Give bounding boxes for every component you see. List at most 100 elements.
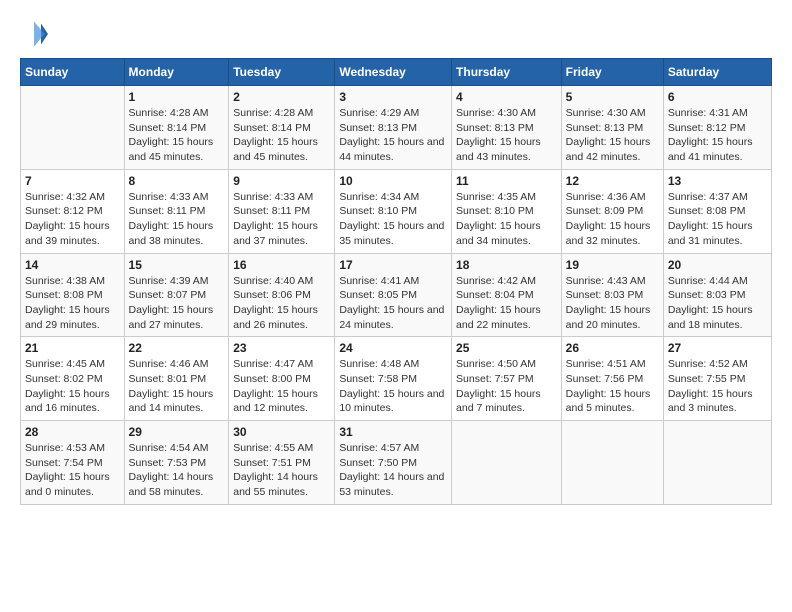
day-number: 14	[25, 258, 120, 272]
logo-icon	[20, 20, 48, 48]
calendar-table: SundayMondayTuesdayWednesdayThursdayFrid…	[20, 58, 772, 505]
day-number: 21	[25, 341, 120, 355]
day-number: 13	[668, 174, 767, 188]
calendar-cell: 30 Sunrise: 4:55 AMSunset: 7:51 PMDayligh…	[229, 421, 335, 505]
day-info: Sunrise: 4:44 AMSunset: 8:03 PMDaylight:…	[668, 274, 767, 333]
header-cell-sunday: Sunday	[21, 59, 125, 86]
calendar-cell: 21 Sunrise: 4:45 AMSunset: 8:02 PMDayligh…	[21, 337, 125, 421]
calendar-cell: 23 Sunrise: 4:47 AMSunset: 8:00 PMDayligh…	[229, 337, 335, 421]
day-info: Sunrise: 4:36 AMSunset: 8:09 PMDaylight:…	[566, 190, 659, 249]
day-number: 5	[566, 90, 659, 104]
day-number: 2	[233, 90, 330, 104]
day-info: Sunrise: 4:39 AMSunset: 8:07 PMDaylight:…	[129, 274, 225, 333]
day-info: Sunrise: 4:55 AMSunset: 7:51 PMDaylight:…	[233, 441, 330, 500]
calendar-cell: 29 Sunrise: 4:54 AMSunset: 7:53 PMDayligh…	[124, 421, 229, 505]
calendar-cell: 31Sunrise: 4:57 AMSunset: 7:50 PMDayligh…	[335, 421, 452, 505]
day-info: Sunrise: 4:30 AMSunset: 8:13 PMDaylight:…	[566, 106, 659, 165]
header-cell-saturday: Saturday	[663, 59, 771, 86]
calendar-cell: 1 Sunrise: 4:28 AMSunset: 8:14 PMDaylight…	[124, 86, 229, 170]
day-info: Sunrise: 4:32 AMSunset: 8:12 PMDaylight:…	[25, 190, 120, 249]
calendar-cell: 28 Sunrise: 4:53 AMSunset: 7:54 PMDayligh…	[21, 421, 125, 505]
day-info: Sunrise: 4:34 AMSunset: 8:10 PMDaylight:…	[339, 190, 447, 249]
day-info: Sunrise: 4:51 AMSunset: 7:56 PMDaylight:…	[566, 357, 659, 416]
calendar-cell: 13 Sunrise: 4:37 AMSunset: 8:08 PMDayligh…	[663, 169, 771, 253]
day-number: 16	[233, 258, 330, 272]
calendar-cell: 7Sunrise: 4:32 AMSunset: 8:12 PMDaylight…	[21, 169, 125, 253]
day-info: Sunrise: 4:29 AMSunset: 8:13 PMDaylight:…	[339, 106, 447, 165]
calendar-cell: 24 Sunrise: 4:48 AMSunset: 7:58 PMDayligh…	[335, 337, 452, 421]
day-info: Sunrise: 4:33 AMSunset: 8:11 PMDaylight:…	[129, 190, 225, 249]
day-number: 11	[456, 174, 557, 188]
week-row-0: 1 Sunrise: 4:28 AMSunset: 8:14 PMDaylight…	[21, 86, 772, 170]
day-number: 4	[456, 90, 557, 104]
day-info: Sunrise: 4:50 AMSunset: 7:57 PMDaylight:…	[456, 357, 557, 416]
day-info: Sunrise: 4:28 AMSunset: 8:14 PMDaylight:…	[129, 106, 225, 165]
day-number: 29	[129, 425, 225, 439]
day-info: Sunrise: 4:52 AMSunset: 7:55 PMDaylight:…	[668, 357, 767, 416]
day-number: 23	[233, 341, 330, 355]
calendar-header: SundayMondayTuesdayWednesdayThursdayFrid…	[21, 59, 772, 86]
day-info: Sunrise: 4:38 AMSunset: 8:08 PMDaylight:…	[25, 274, 120, 333]
day-number: 28	[25, 425, 120, 439]
calendar-cell: 4 Sunrise: 4:30 AMSunset: 8:13 PMDaylight…	[452, 86, 562, 170]
day-number: 25	[456, 341, 557, 355]
day-info: Sunrise: 4:53 AMSunset: 7:54 PMDaylight:…	[25, 441, 120, 500]
calendar-cell: 17 Sunrise: 4:41 AMSunset: 8:05 PMDayligh…	[335, 253, 452, 337]
day-info: Sunrise: 4:43 AMSunset: 8:03 PMDaylight:…	[566, 274, 659, 333]
week-row-4: 28 Sunrise: 4:53 AMSunset: 7:54 PMDayligh…	[21, 421, 772, 505]
day-info: Sunrise: 4:47 AMSunset: 8:00 PMDaylight:…	[233, 357, 330, 416]
day-info: Sunrise: 4:41 AMSunset: 8:05 PMDaylight:…	[339, 274, 447, 333]
logo	[20, 20, 52, 48]
calendar-cell	[663, 421, 771, 505]
header-cell-wednesday: Wednesday	[335, 59, 452, 86]
day-number: 3	[339, 90, 447, 104]
day-info: Sunrise: 4:30 AMSunset: 8:13 PMDaylight:…	[456, 106, 557, 165]
day-info: Sunrise: 4:57 AMSunset: 7:50 PMDaylight:…	[339, 441, 447, 500]
day-info: Sunrise: 4:40 AMSunset: 8:06 PMDaylight:…	[233, 274, 330, 333]
calendar-cell: 20 Sunrise: 4:44 AMSunset: 8:03 PMDayligh…	[663, 253, 771, 337]
calendar-cell	[561, 421, 663, 505]
day-info: Sunrise: 4:42 AMSunset: 8:04 PMDaylight:…	[456, 274, 557, 333]
header-cell-tuesday: Tuesday	[229, 59, 335, 86]
header-row: SundayMondayTuesdayWednesdayThursdayFrid…	[21, 59, 772, 86]
day-number: 19	[566, 258, 659, 272]
calendar-cell: 2 Sunrise: 4:28 AMSunset: 8:14 PMDaylight…	[229, 86, 335, 170]
day-number: 30	[233, 425, 330, 439]
day-info: Sunrise: 4:48 AMSunset: 7:58 PMDaylight:…	[339, 357, 447, 416]
calendar-cell: 12Sunrise: 4:36 AMSunset: 8:09 PMDayligh…	[561, 169, 663, 253]
day-info: Sunrise: 4:28 AMSunset: 8:14 PMDaylight:…	[233, 106, 330, 165]
calendar-cell: 3 Sunrise: 4:29 AMSunset: 8:13 PMDaylight…	[335, 86, 452, 170]
calendar-cell: 19 Sunrise: 4:43 AMSunset: 8:03 PMDayligh…	[561, 253, 663, 337]
day-number: 15	[129, 258, 225, 272]
calendar-body: 1 Sunrise: 4:28 AMSunset: 8:14 PMDaylight…	[21, 86, 772, 505]
header-cell-thursday: Thursday	[452, 59, 562, 86]
calendar-cell: 25 Sunrise: 4:50 AMSunset: 7:57 PMDayligh…	[452, 337, 562, 421]
calendar-cell: 15 Sunrise: 4:39 AMSunset: 8:07 PMDayligh…	[124, 253, 229, 337]
day-info: Sunrise: 4:45 AMSunset: 8:02 PMDaylight:…	[25, 357, 120, 416]
calendar-cell: 16 Sunrise: 4:40 AMSunset: 8:06 PMDayligh…	[229, 253, 335, 337]
day-number: 18	[456, 258, 557, 272]
day-info: Sunrise: 4:54 AMSunset: 7:53 PMDaylight:…	[129, 441, 225, 500]
calendar-cell: 26Sunrise: 4:51 AMSunset: 7:56 PMDayligh…	[561, 337, 663, 421]
day-info: Sunrise: 4:37 AMSunset: 8:08 PMDaylight:…	[668, 190, 767, 249]
header-cell-friday: Friday	[561, 59, 663, 86]
calendar-cell	[21, 86, 125, 170]
day-number: 9	[233, 174, 330, 188]
day-number: 8	[129, 174, 225, 188]
calendar-cell: 9 Sunrise: 4:33 AMSunset: 8:11 PMDaylight…	[229, 169, 335, 253]
calendar-cell: 5 Sunrise: 4:30 AMSunset: 8:13 PMDaylight…	[561, 86, 663, 170]
calendar-cell: 14 Sunrise: 4:38 AMSunset: 8:08 PMDayligh…	[21, 253, 125, 337]
calendar-cell: 18 Sunrise: 4:42 AMSunset: 8:04 PMDayligh…	[452, 253, 562, 337]
calendar-cell: 8 Sunrise: 4:33 AMSunset: 8:11 PMDaylight…	[124, 169, 229, 253]
calendar-cell	[452, 421, 562, 505]
day-number: 1	[129, 90, 225, 104]
calendar-cell: 11Sunrise: 4:35 AMSunset: 8:10 PMDayligh…	[452, 169, 562, 253]
calendar-cell: 6Sunrise: 4:31 AMSunset: 8:12 PMDaylight…	[663, 86, 771, 170]
day-info: Sunrise: 4:33 AMSunset: 8:11 PMDaylight:…	[233, 190, 330, 249]
week-row-1: 7Sunrise: 4:32 AMSunset: 8:12 PMDaylight…	[21, 169, 772, 253]
day-number: 24	[339, 341, 447, 355]
week-row-3: 21 Sunrise: 4:45 AMSunset: 8:02 PMDayligh…	[21, 337, 772, 421]
week-row-2: 14 Sunrise: 4:38 AMSunset: 8:08 PMDayligh…	[21, 253, 772, 337]
day-number: 17	[339, 258, 447, 272]
day-number: 20	[668, 258, 767, 272]
